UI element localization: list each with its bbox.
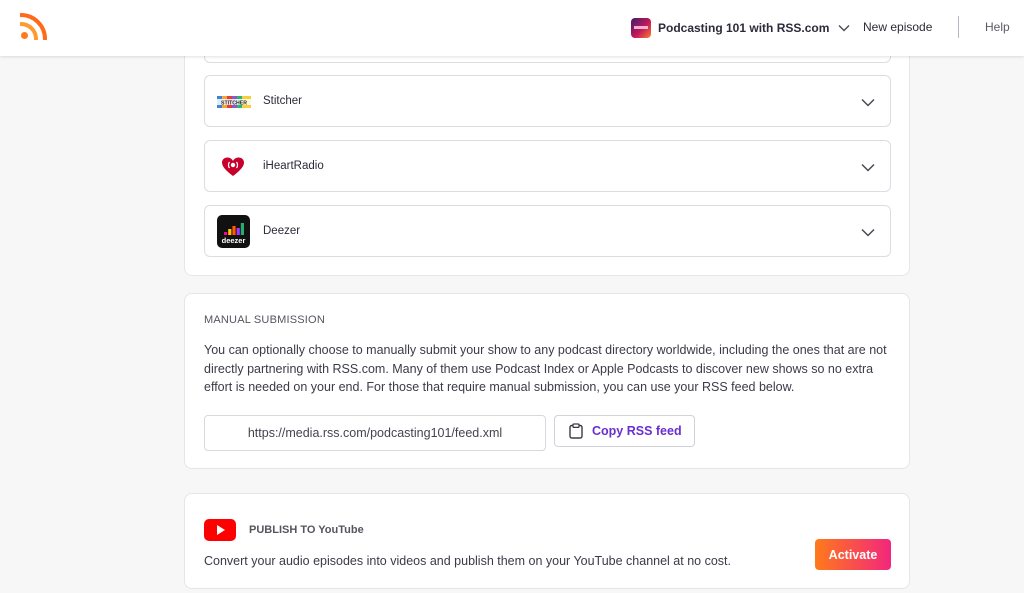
chevron-down-icon [861, 228, 875, 237]
iheartradio-logo-icon [222, 157, 244, 176]
platform-row-deezer[interactable]: deezer Deezer [204, 205, 891, 257]
stitcher-logo-icon: STITCHER [217, 96, 251, 108]
new-episode-link[interactable]: New episode [863, 20, 932, 34]
platform-row-iheartradio[interactable]: iHeartRadio [204, 140, 891, 192]
platform-label-deezer: Deezer [263, 225, 301, 237]
chevron-down-icon [838, 25, 850, 32]
chevron-down-icon [861, 163, 875, 172]
youtube-section-title: PUBLISH TO YouTube [249, 524, 364, 536]
top-navigation-bar: Podcasting 101 with RSS.com New episode … [0, 0, 1024, 56]
deezer-bars-graphic [224, 223, 244, 235]
podcast-platforms-card: STITCHER Stitcher iHeartRadio deezer Dee… [184, 31, 910, 276]
manual-submission-card: MANUAL SUBMISSION You can optionally cho… [184, 293, 910, 469]
activate-youtube-button[interactable]: Activate [815, 539, 891, 570]
header-divider [958, 16, 959, 38]
platform-label-stitcher: Stitcher [263, 95, 302, 107]
podcast-selector[interactable]: Podcasting 101 with RSS.com [631, 17, 850, 39]
publish-to-youtube-card: PUBLISH TO YouTube Convert your audio ep… [184, 493, 910, 589]
platform-row-stitcher[interactable]: STITCHER Stitcher [204, 75, 891, 127]
help-link[interactable]: Help [985, 20, 1010, 34]
svg-text:STITCHER: STITCHER [221, 100, 247, 106]
podcast-name: Podcasting 101 with RSS.com [658, 21, 830, 35]
copy-rss-feed-label: Copy RSS feed [592, 424, 682, 438]
youtube-description: Convert your audio episodes into videos … [204, 554, 731, 568]
copy-rss-feed-button[interactable]: Copy RSS feed [554, 415, 695, 447]
platform-label-iheartradio: iHeartRadio [263, 160, 324, 172]
rss-icon[interactable] [20, 12, 48, 40]
manual-submission-description: You can optionally choose to manually su… [204, 343, 887, 394]
manual-submission-title: MANUAL SUBMISSION [204, 314, 325, 326]
deezer-logo-icon: deezer [217, 215, 250, 248]
rss-feed-url-field[interactable] [204, 415, 546, 451]
deezer-logo-text: deezer [221, 236, 246, 245]
clipboard-icon [569, 423, 583, 439]
podcast-cover-thumbnail [631, 18, 651, 38]
youtube-logo-icon [204, 519, 236, 541]
chevron-down-icon [861, 98, 875, 107]
